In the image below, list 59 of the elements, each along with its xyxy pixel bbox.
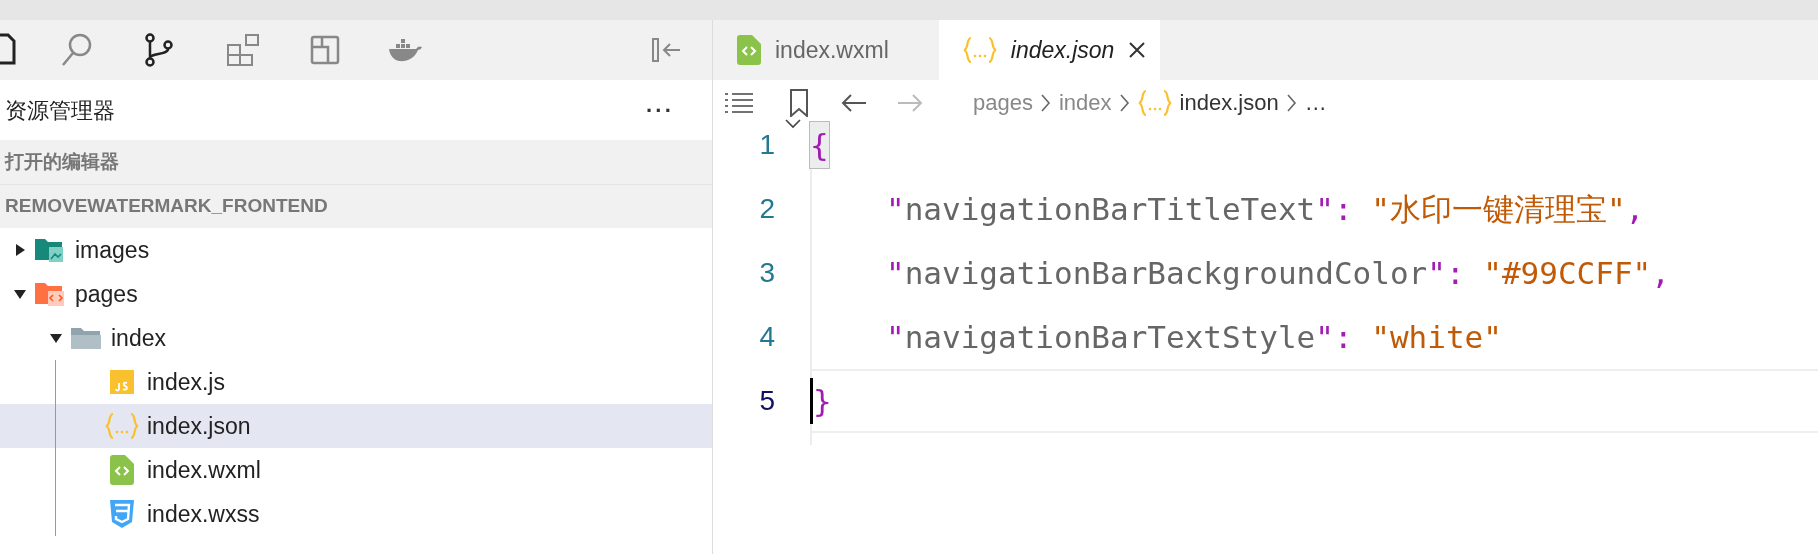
outline-icon[interactable]: [725, 92, 753, 113]
tree-item-label[interactable]: index.json: [147, 408, 251, 444]
tree-item-label[interactable]: index: [111, 320, 166, 356]
code-folder-icon: [34, 280, 66, 308]
code-file-icon: [110, 455, 134, 485]
line-number: 1: [758, 128, 775, 162]
back-arrow-icon[interactable]: [841, 92, 867, 113]
chevron-icon: [1119, 93, 1130, 112]
branch-icon[interactable]: [144, 33, 174, 67]
tree-item-label[interactable]: index.wxml: [147, 452, 261, 488]
code-line: "navigationBarTitleText": "水印一键清理宝",: [885, 189, 1646, 229]
collapse-panel-icon[interactable]: [652, 38, 682, 62]
search-icon[interactable]: [60, 32, 94, 68]
tree-item-label[interactable]: images: [75, 232, 150, 268]
folder-icon: [70, 325, 102, 351]
selected-tree-row[interactable]: index.json: [0, 404, 712, 448]
close-icon[interactable]: [1128, 41, 1147, 59]
tree-item-label[interactable]: index.wxss: [147, 496, 260, 532]
tree-row[interactable]: index.wxss: [0, 492, 712, 536]
line-number: 2: [758, 192, 775, 226]
json-file-icon: [962, 36, 997, 64]
editor-tab[interactable]: index.json: [938, 20, 1161, 80]
expanded-arrow-icon[interactable]: [50, 333, 62, 343]
section-header[interactable]: 打开的编辑器: [5, 147, 119, 177]
fold-chevron-icon[interactable]: [784, 119, 801, 129]
collapsed-arrow-icon[interactable]: [15, 244, 25, 256]
tree-item-label[interactable]: pages: [75, 276, 138, 312]
line-number: 4: [758, 320, 775, 354]
tree-item-label[interactable]: index.js: [147, 364, 225, 400]
tree-row[interactable]: index.wxml: [0, 448, 712, 492]
layout-icon[interactable]: [310, 35, 340, 65]
json-file-icon: [105, 412, 139, 440]
breadcrumb-item[interactable]: index: [1058, 86, 1112, 119]
tree-row[interactable]: images: [0, 228, 712, 272]
chevron-icon: [1040, 93, 1051, 112]
blocks-icon[interactable]: [226, 33, 260, 67]
line-number: 3: [758, 256, 775, 290]
more-button[interactable]: ···: [646, 93, 674, 127]
files-icon[interactable]: [0, 33, 16, 67]
tree-row[interactable]: index.js: [0, 360, 712, 404]
image-folder-icon: [34, 236, 66, 264]
tree-row[interactable]: index: [0, 316, 712, 360]
json-file-icon: [1137, 88, 1172, 117]
chevron-icon: [1286, 93, 1297, 112]
whale-icon[interactable]: [388, 37, 422, 63]
css-file-icon: [108, 499, 136, 529]
js-file-icon: [110, 370, 134, 394]
tree-row[interactable]: pages: [0, 272, 712, 316]
line-number: 5: [758, 384, 775, 418]
breadcrumb-item[interactable]: pages: [973, 86, 1033, 119]
code-file-icon: [737, 35, 761, 65]
explorer-title: 资源管理器: [5, 96, 115, 125]
code-line: "navigationBarBackgroundColor": "#99CCFF",: [885, 253, 1671, 293]
code-line: }: [810, 369, 1818, 433]
breadcrumb-item[interactable]: …: [1304, 86, 1327, 119]
code-line: "navigationBarTextStyle": "white": [885, 317, 1503, 357]
breadcrumb-item[interactable]: index.json: [1179, 86, 1279, 119]
expanded-arrow-icon[interactable]: [14, 289, 26, 299]
bookmark-icon[interactable]: [789, 88, 809, 117]
